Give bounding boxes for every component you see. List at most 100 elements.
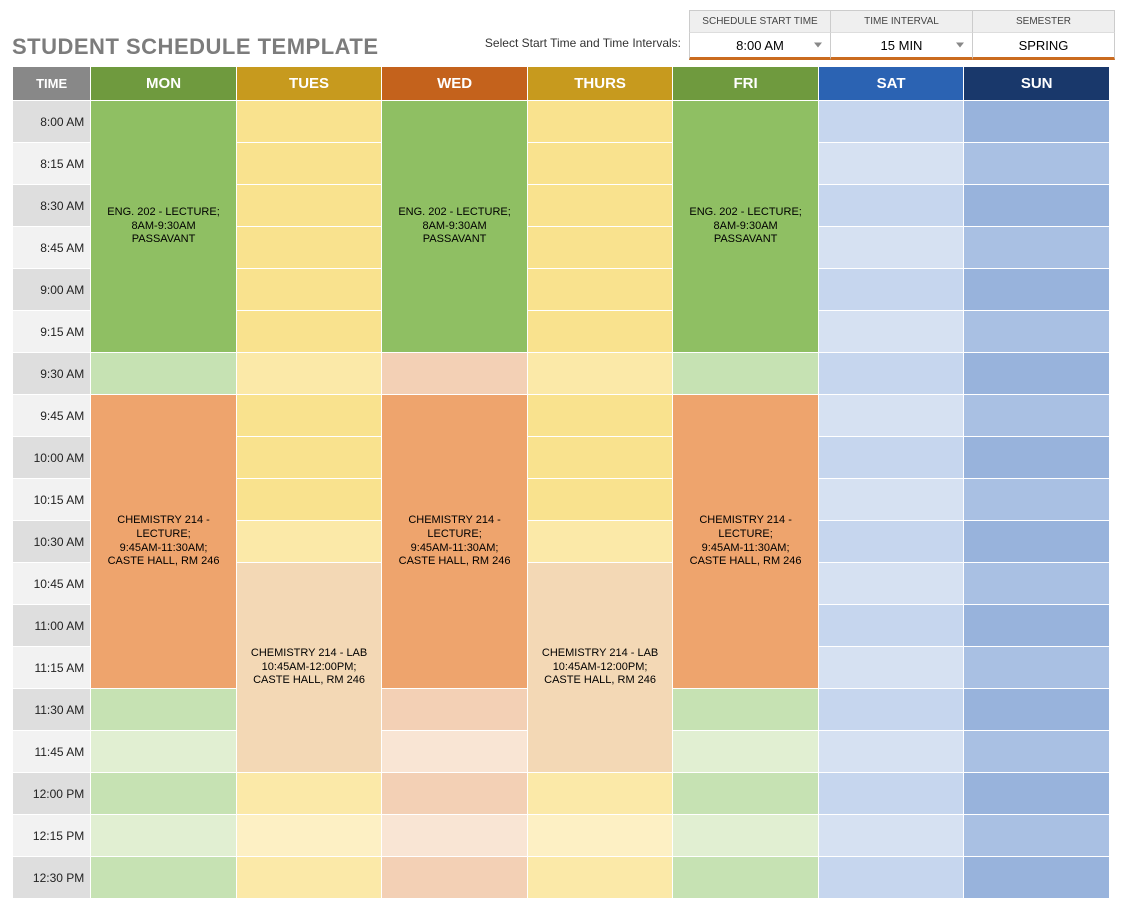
slot[interactable] [382,815,528,857]
slot[interactable] [91,689,237,731]
slot[interactable] [964,185,1110,227]
slot[interactable] [382,857,528,899]
slot[interactable] [818,227,964,269]
slot[interactable] [818,563,964,605]
slot[interactable] [818,479,964,521]
slot[interactable] [818,689,964,731]
slot[interactable] [818,143,964,185]
slot[interactable] [382,353,528,395]
slot[interactable] [91,773,237,815]
slot[interactable] [964,563,1110,605]
slot[interactable] [964,773,1110,815]
slot[interactable] [964,647,1110,689]
semester-input[interactable]: SPRING [973,32,1115,60]
slot[interactable] [673,815,819,857]
slot[interactable] [527,227,673,269]
slot[interactable] [818,731,964,773]
event-chem-lab-tue[interactable]: CHEMISTRY 214 - LAB10:45AM-12:00PM;CASTE… [236,563,382,773]
slot[interactable] [236,311,382,353]
slot[interactable] [964,437,1110,479]
slot[interactable] [91,857,237,899]
time-cell: 12:30 PM [13,857,91,899]
slot[interactable] [527,773,673,815]
slot[interactable] [236,521,382,563]
slot[interactable] [964,311,1110,353]
slot[interactable] [964,815,1110,857]
slot[interactable] [818,395,964,437]
slot[interactable] [236,857,382,899]
slot[interactable] [527,353,673,395]
slot[interactable] [236,815,382,857]
slot[interactable] [818,185,964,227]
slot[interactable] [236,479,382,521]
slot[interactable] [236,395,382,437]
event-chem-lab-thu[interactable]: CHEMISTRY 214 - LAB10:45AM-12:00PM;CASTE… [527,563,673,773]
slot[interactable] [382,731,528,773]
slot[interactable] [236,101,382,143]
slot[interactable] [673,353,819,395]
slot[interactable] [527,101,673,143]
slot[interactable] [673,773,819,815]
slot[interactable] [964,857,1110,899]
event-eng202-wed[interactable]: ENG. 202 - LECTURE;8AM-9:30AMPASSAVANT [382,101,528,353]
slot[interactable] [236,437,382,479]
slot[interactable] [527,479,673,521]
slot[interactable] [236,353,382,395]
slot[interactable] [527,437,673,479]
slot[interactable] [673,731,819,773]
slot[interactable] [964,395,1110,437]
slot[interactable] [236,227,382,269]
event-chem-lec-wed[interactable]: CHEMISTRY 214 - LECTURE;9:45AM-11:30AM;C… [382,395,528,689]
slot[interactable] [673,857,819,899]
slot[interactable] [527,815,673,857]
slot[interactable] [673,689,819,731]
slot[interactable] [964,227,1110,269]
slot[interactable] [818,605,964,647]
slot[interactable] [527,395,673,437]
slot[interactable] [236,773,382,815]
slot[interactable] [964,521,1110,563]
slot[interactable] [382,773,528,815]
chevron-down-icon [956,43,964,48]
slot[interactable] [527,311,673,353]
slot[interactable] [818,269,964,311]
start-time-select[interactable]: 8:00 AM [689,32,831,60]
slot[interactable] [527,269,673,311]
interval-select[interactable]: 15 MIN [831,32,973,60]
slot[interactable] [964,605,1110,647]
slot[interactable] [964,143,1110,185]
slot[interactable] [91,731,237,773]
event-eng202-mon[interactable]: ENG. 202 - LECTURE;8AM-9:30AMPASSAVANT [91,101,237,353]
time-cell: 12:15 PM [13,815,91,857]
slot[interactable] [964,101,1110,143]
event-eng202-fri[interactable]: ENG. 202 - LECTURE;8AM-9:30AMPASSAVANT [673,101,819,353]
slot[interactable] [818,815,964,857]
slot[interactable] [236,269,382,311]
slot[interactable] [91,353,237,395]
slot[interactable] [818,101,964,143]
slot[interactable] [818,353,964,395]
slot[interactable] [818,311,964,353]
slot[interactable] [527,521,673,563]
event-chem-lec-mon[interactable]: CHEMISTRY 214 - LECTURE;9:45AM-11:30AM;C… [91,395,237,689]
slot[interactable] [964,353,1110,395]
slot[interactable] [527,185,673,227]
slot[interactable] [527,143,673,185]
slot[interactable] [818,437,964,479]
slot[interactable] [91,815,237,857]
event-chem-lec-fri[interactable]: CHEMISTRY 214 - LECTURE;9:45AM-11:30AM;C… [673,395,819,689]
slot[interactable] [964,689,1110,731]
start-time-label: SCHEDULE START TIME [689,10,831,32]
slot[interactable] [964,269,1110,311]
slot[interactable] [818,521,964,563]
slot[interactable] [818,647,964,689]
slot[interactable] [964,479,1110,521]
slot[interactable] [236,185,382,227]
slot[interactable] [382,689,528,731]
slot[interactable] [236,143,382,185]
semester-value: SPRING [1019,38,1069,53]
slot[interactable] [964,731,1110,773]
slot[interactable] [818,857,964,899]
slot[interactable] [818,773,964,815]
slot[interactable] [527,857,673,899]
